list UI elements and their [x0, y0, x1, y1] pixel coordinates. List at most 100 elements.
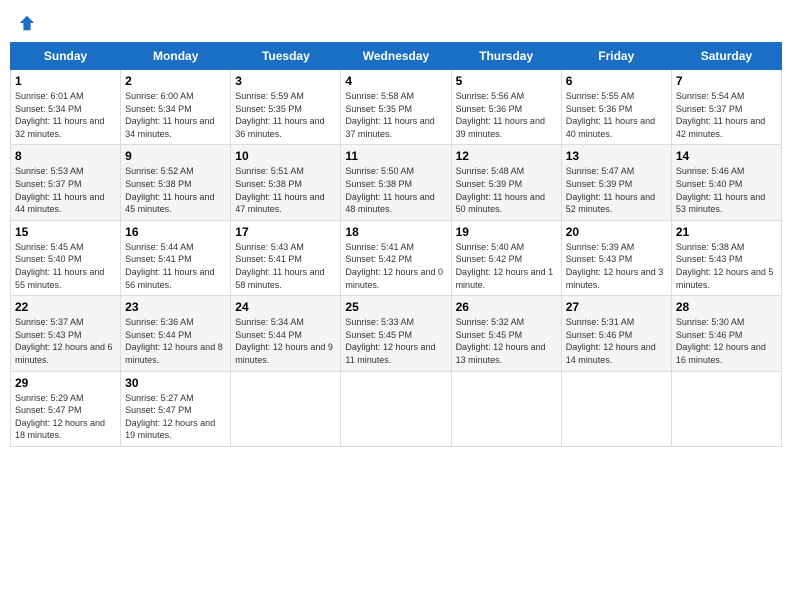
header — [10, 10, 782, 36]
calendar-cell: 23 Sunrise: 5:36 AM Sunset: 5:44 PM Dayl… — [121, 296, 231, 371]
day-info: Sunrise: 5:50 AM Sunset: 5:38 PM Dayligh… — [345, 165, 446, 215]
calendar-cell: 5 Sunrise: 5:56 AM Sunset: 5:36 PM Dayli… — [451, 70, 561, 145]
day-number: 19 — [456, 225, 557, 239]
day-number: 27 — [566, 300, 667, 314]
day-number: 8 — [15, 149, 116, 163]
day-number: 9 — [125, 149, 226, 163]
day-info: Sunrise: 5:33 AM Sunset: 5:45 PM Dayligh… — [345, 316, 446, 366]
day-number: 3 — [235, 74, 336, 88]
weekday-header-sunday: Sunday — [11, 43, 121, 70]
day-number: 15 — [15, 225, 116, 239]
calendar-cell: 1 Sunrise: 6:01 AM Sunset: 5:34 PM Dayli… — [11, 70, 121, 145]
day-number: 26 — [456, 300, 557, 314]
calendar-table: SundayMondayTuesdayWednesdayThursdayFrid… — [10, 42, 782, 447]
calendar-cell — [451, 371, 561, 446]
calendar-cell: 6 Sunrise: 5:55 AM Sunset: 5:36 PM Dayli… — [561, 70, 671, 145]
day-number: 1 — [15, 74, 116, 88]
calendar-cell: 7 Sunrise: 5:54 AM Sunset: 5:37 PM Dayli… — [671, 70, 781, 145]
day-info: Sunrise: 5:43 AM Sunset: 5:41 PM Dayligh… — [235, 241, 336, 291]
day-info: Sunrise: 6:01 AM Sunset: 5:34 PM Dayligh… — [15, 90, 116, 140]
day-number: 21 — [676, 225, 777, 239]
calendar-cell: 17 Sunrise: 5:43 AM Sunset: 5:41 PM Dayl… — [231, 220, 341, 295]
weekday-header-friday: Friday — [561, 43, 671, 70]
day-info: Sunrise: 5:31 AM Sunset: 5:46 PM Dayligh… — [566, 316, 667, 366]
day-info: Sunrise: 5:39 AM Sunset: 5:43 PM Dayligh… — [566, 241, 667, 291]
logo — [16, 14, 36, 32]
weekday-header-wednesday: Wednesday — [341, 43, 451, 70]
day-info: Sunrise: 5:56 AM Sunset: 5:36 PM Dayligh… — [456, 90, 557, 140]
calendar-cell: 13 Sunrise: 5:47 AM Sunset: 5:39 PM Dayl… — [561, 145, 671, 220]
day-number: 20 — [566, 225, 667, 239]
calendar-cell: 28 Sunrise: 5:30 AM Sunset: 5:46 PM Dayl… — [671, 296, 781, 371]
logo-icon — [18, 14, 36, 32]
day-info: Sunrise: 5:27 AM Sunset: 5:47 PM Dayligh… — [125, 392, 226, 442]
day-info: Sunrise: 5:38 AM Sunset: 5:43 PM Dayligh… — [676, 241, 777, 291]
calendar-cell: 3 Sunrise: 5:59 AM Sunset: 5:35 PM Dayli… — [231, 70, 341, 145]
calendar-cell: 2 Sunrise: 6:00 AM Sunset: 5:34 PM Dayli… — [121, 70, 231, 145]
calendar-cell: 10 Sunrise: 5:51 AM Sunset: 5:38 PM Dayl… — [231, 145, 341, 220]
calendar-cell: 21 Sunrise: 5:38 AM Sunset: 5:43 PM Dayl… — [671, 220, 781, 295]
day-number: 22 — [15, 300, 116, 314]
day-info: Sunrise: 5:29 AM Sunset: 5:47 PM Dayligh… — [15, 392, 116, 442]
day-number: 10 — [235, 149, 336, 163]
calendar-cell: 14 Sunrise: 5:46 AM Sunset: 5:40 PM Dayl… — [671, 145, 781, 220]
day-number: 23 — [125, 300, 226, 314]
calendar-cell: 19 Sunrise: 5:40 AM Sunset: 5:42 PM Dayl… — [451, 220, 561, 295]
calendar-cell: 12 Sunrise: 5:48 AM Sunset: 5:39 PM Dayl… — [451, 145, 561, 220]
calendar-cell — [671, 371, 781, 446]
calendar-cell: 26 Sunrise: 5:32 AM Sunset: 5:45 PM Dayl… — [451, 296, 561, 371]
day-info: Sunrise: 5:44 AM Sunset: 5:41 PM Dayligh… — [125, 241, 226, 291]
calendar-cell: 11 Sunrise: 5:50 AM Sunset: 5:38 PM Dayl… — [341, 145, 451, 220]
day-info: Sunrise: 5:45 AM Sunset: 5:40 PM Dayligh… — [15, 241, 116, 291]
day-info: Sunrise: 5:52 AM Sunset: 5:38 PM Dayligh… — [125, 165, 226, 215]
day-number: 24 — [235, 300, 336, 314]
calendar-cell: 8 Sunrise: 5:53 AM Sunset: 5:37 PM Dayli… — [11, 145, 121, 220]
calendar-cell — [341, 371, 451, 446]
calendar-cell: 29 Sunrise: 5:29 AM Sunset: 5:47 PM Dayl… — [11, 371, 121, 446]
day-info: Sunrise: 5:51 AM Sunset: 5:38 PM Dayligh… — [235, 165, 336, 215]
calendar-cell: 24 Sunrise: 5:34 AM Sunset: 5:44 PM Dayl… — [231, 296, 341, 371]
calendar-cell: 30 Sunrise: 5:27 AM Sunset: 5:47 PM Dayl… — [121, 371, 231, 446]
calendar-cell: 25 Sunrise: 5:33 AM Sunset: 5:45 PM Dayl… — [341, 296, 451, 371]
calendar-cell: 22 Sunrise: 5:37 AM Sunset: 5:43 PM Dayl… — [11, 296, 121, 371]
calendar-cell: 27 Sunrise: 5:31 AM Sunset: 5:46 PM Dayl… — [561, 296, 671, 371]
day-number: 16 — [125, 225, 226, 239]
day-info: Sunrise: 5:32 AM Sunset: 5:45 PM Dayligh… — [456, 316, 557, 366]
weekday-header-tuesday: Tuesday — [231, 43, 341, 70]
day-number: 4 — [345, 74, 446, 88]
day-info: Sunrise: 5:36 AM Sunset: 5:44 PM Dayligh… — [125, 316, 226, 366]
day-info: Sunrise: 5:40 AM Sunset: 5:42 PM Dayligh… — [456, 241, 557, 291]
day-info: Sunrise: 5:48 AM Sunset: 5:39 PM Dayligh… — [456, 165, 557, 215]
day-info: Sunrise: 5:47 AM Sunset: 5:39 PM Dayligh… — [566, 165, 667, 215]
day-number: 18 — [345, 225, 446, 239]
calendar-cell: 4 Sunrise: 5:58 AM Sunset: 5:35 PM Dayli… — [341, 70, 451, 145]
day-number: 12 — [456, 149, 557, 163]
day-info: Sunrise: 5:46 AM Sunset: 5:40 PM Dayligh… — [676, 165, 777, 215]
weekday-header-thursday: Thursday — [451, 43, 561, 70]
calendar-cell — [561, 371, 671, 446]
calendar-cell: 9 Sunrise: 5:52 AM Sunset: 5:38 PM Dayli… — [121, 145, 231, 220]
day-info: Sunrise: 5:58 AM Sunset: 5:35 PM Dayligh… — [345, 90, 446, 140]
weekday-header-saturday: Saturday — [671, 43, 781, 70]
day-number: 11 — [345, 149, 446, 163]
day-info: Sunrise: 5:54 AM Sunset: 5:37 PM Dayligh… — [676, 90, 777, 140]
day-number: 13 — [566, 149, 667, 163]
day-info: Sunrise: 5:34 AM Sunset: 5:44 PM Dayligh… — [235, 316, 336, 366]
calendar-cell: 20 Sunrise: 5:39 AM Sunset: 5:43 PM Dayl… — [561, 220, 671, 295]
day-number: 29 — [15, 376, 116, 390]
day-info: Sunrise: 6:00 AM Sunset: 5:34 PM Dayligh… — [125, 90, 226, 140]
day-number: 5 — [456, 74, 557, 88]
day-number: 6 — [566, 74, 667, 88]
day-info: Sunrise: 5:37 AM Sunset: 5:43 PM Dayligh… — [15, 316, 116, 366]
day-info: Sunrise: 5:53 AM Sunset: 5:37 PM Dayligh… — [15, 165, 116, 215]
day-info: Sunrise: 5:30 AM Sunset: 5:46 PM Dayligh… — [676, 316, 777, 366]
day-number: 30 — [125, 376, 226, 390]
day-info: Sunrise: 5:41 AM Sunset: 5:42 PM Dayligh… — [345, 241, 446, 291]
day-number: 17 — [235, 225, 336, 239]
day-number: 2 — [125, 74, 226, 88]
day-number: 25 — [345, 300, 446, 314]
day-number: 28 — [676, 300, 777, 314]
calendar-cell: 16 Sunrise: 5:44 AM Sunset: 5:41 PM Dayl… — [121, 220, 231, 295]
day-info: Sunrise: 5:55 AM Sunset: 5:36 PM Dayligh… — [566, 90, 667, 140]
day-info: Sunrise: 5:59 AM Sunset: 5:35 PM Dayligh… — [235, 90, 336, 140]
